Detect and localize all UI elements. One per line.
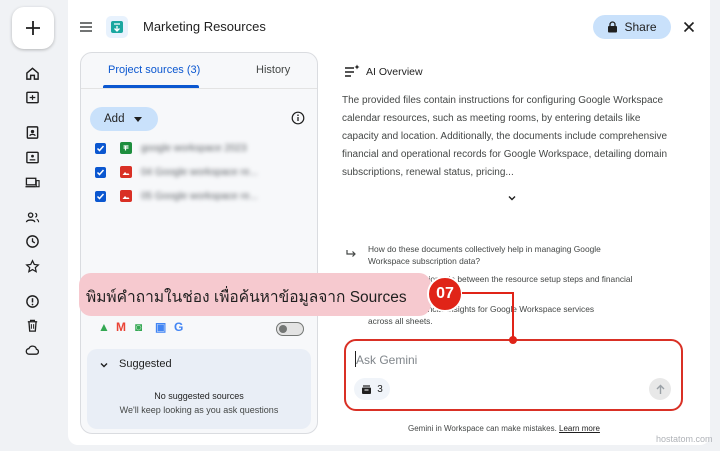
toggle-knob: [279, 325, 287, 333]
share-button[interactable]: Share: [593, 15, 671, 39]
archive-icon[interactable]: [25, 90, 40, 105]
image-icon: [120, 190, 132, 202]
share-label: Share: [624, 20, 657, 34]
source-item[interactable]: google workspace 2023: [95, 140, 305, 156]
home-icon[interactable]: [25, 66, 40, 81]
disclaimer: Gemini in Workspace can make mistakes. L…: [408, 424, 600, 433]
tabs-divider: [81, 88, 317, 89]
source-name: 05 Google workspace re...: [141, 190, 258, 202]
image-icon: [120, 166, 132, 178]
info-icon[interactable]: [291, 111, 305, 125]
source-item[interactable]: 05 Google workspace re...: [95, 188, 305, 204]
sources-panel: Project sources (3) History Add google w…: [80, 52, 318, 434]
ask-gemini-input[interactable]: [356, 352, 646, 368]
source-checkbox[interactable]: [95, 190, 106, 202]
arrow-up-icon: [656, 384, 664, 394]
users-icon[interactable]: [25, 210, 40, 225]
tab-project-sources[interactable]: Project sources (3): [108, 64, 200, 76]
suggested-empty-title: No suggested sources: [154, 391, 244, 401]
learn-more-link[interactable]: Learn more: [559, 424, 600, 433]
close-button[interactable]: [681, 19, 697, 35]
devices-icon[interactable]: [25, 175, 40, 190]
gmail-icon: M: [116, 320, 126, 334]
contacts-icon[interactable]: [25, 125, 40, 140]
add-source-button[interactable]: Add: [90, 107, 158, 131]
source-name: 04 Google workspace re...: [141, 166, 258, 178]
tab-history[interactable]: History: [256, 64, 290, 76]
badge-icon[interactable]: [25, 150, 40, 165]
app-icon: [106, 16, 128, 38]
star-icon[interactable]: [25, 259, 40, 274]
question-line: Workspace subscription data?: [368, 256, 481, 266]
caret-down-icon: [134, 116, 143, 122]
check-icon: [96, 193, 105, 200]
menu-button[interactable]: [78, 19, 94, 35]
suggested-empty-subtitle: We'll keep looking as you ask questions: [119, 405, 279, 415]
suggested-sources: Suggested No suggested sources We'll kee…: [87, 349, 311, 429]
sheets-icon: [120, 142, 132, 154]
callout-connector: [512, 292, 514, 339]
chat-icon: ◙: [135, 320, 143, 334]
callout-connector-dot: [509, 336, 517, 344]
overview-icon: [345, 64, 360, 77]
source-item[interactable]: 04 Google workspace re...: [95, 164, 305, 180]
page-title: Marketing Resources: [143, 19, 266, 34]
source-name: google workspace 2023: [141, 142, 247, 154]
menu-icon: [80, 22, 92, 32]
overview-text: The provided files contain instructions …: [342, 95, 668, 178]
google-icon: G: [174, 320, 184, 334]
source-checkbox[interactable]: [95, 142, 106, 154]
sources-count: 3: [377, 383, 383, 395]
suggested-title: Suggested: [119, 358, 172, 370]
watermark: hostatom.com: [656, 434, 713, 444]
chevron-down-icon[interactable]: [99, 360, 109, 370]
source-checkbox[interactable]: [95, 166, 106, 178]
sources-tabs: Project sources (3) History: [81, 53, 317, 89]
new-button[interactable]: [12, 7, 54, 49]
plus-icon: [26, 21, 40, 35]
add-label: Add: [104, 113, 125, 125]
overview-title: AI Overview: [366, 66, 423, 78]
cloud-icon[interactable]: [25, 342, 40, 357]
sources-stack-icon: [362, 384, 372, 394]
ask-gemini-box: 3: [344, 339, 683, 411]
sources-chip[interactable]: 3: [354, 378, 390, 400]
workspace-toggle[interactable]: [276, 322, 304, 336]
calendar-icon: ▣: [155, 320, 167, 334]
tutorial-callout: พิมพ์คำถามในช่อง เพื่อค้นหาข้อมูลจาก Sou…: [79, 273, 431, 316]
return-arrow-icon: [346, 250, 356, 257]
check-icon: [96, 145, 105, 152]
report-icon[interactable]: [25, 294, 40, 309]
clock-icon[interactable]: [25, 234, 40, 249]
check-icon: [96, 169, 105, 176]
disclaimer-text: Gemini in Workspace can make mistakes.: [408, 424, 557, 433]
drive-icon: ▲: [98, 320, 110, 334]
close-icon: [683, 21, 695, 33]
trash-icon[interactable]: [25, 318, 40, 333]
send-button[interactable]: [649, 378, 671, 400]
main-panel: Marketing Resources Share Project source…: [68, 0, 710, 445]
question-line: How do these documents collectively help…: [368, 244, 601, 254]
header: Marketing Resources Share: [68, 0, 710, 54]
lock-icon: [608, 21, 618, 33]
chevron-down-icon[interactable]: [506, 192, 518, 204]
callout-text: พิมพ์คำถามในช่อง เพื่อค้นหาข้อมูลจาก Sou…: [86, 289, 407, 306]
left-rail: [0, 0, 66, 451]
step-badge: 07: [427, 276, 463, 312]
callout-connector: [462, 292, 514, 294]
